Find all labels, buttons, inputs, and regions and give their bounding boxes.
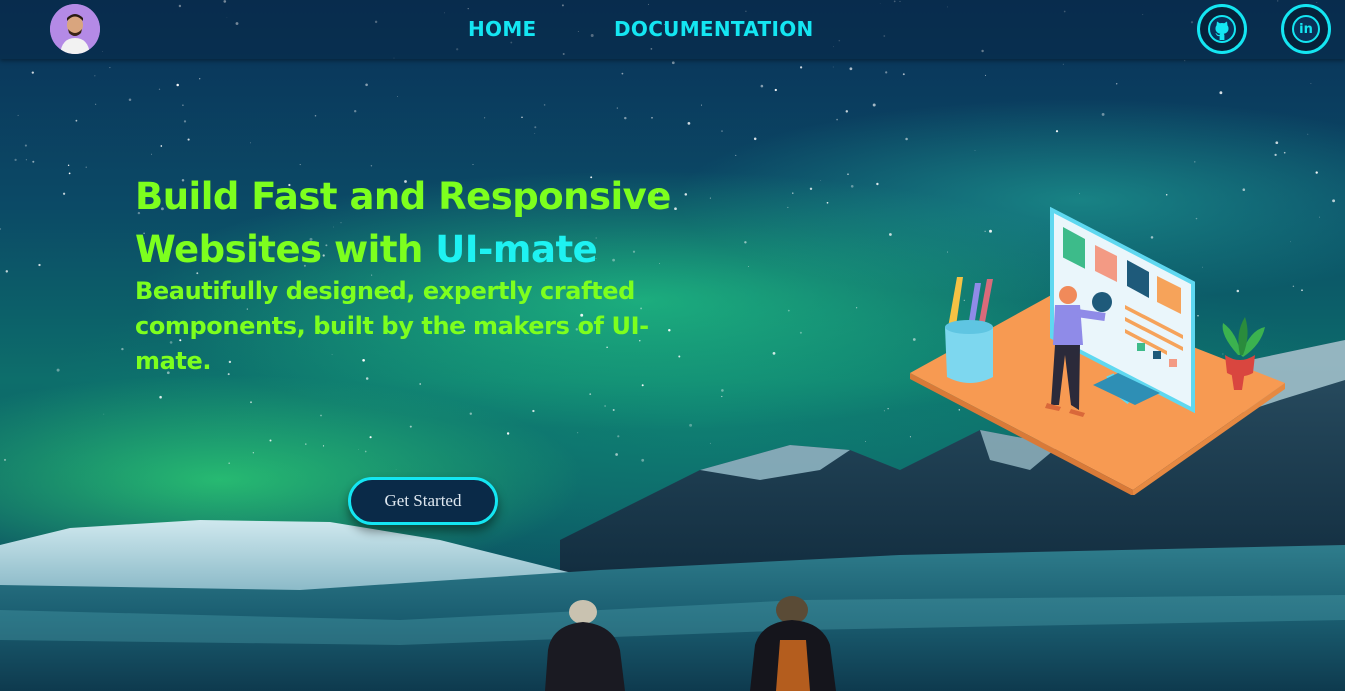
avatar[interactable]	[50, 4, 100, 54]
get-started-button[interactable]: Get Started	[348, 477, 498, 525]
developer-illustration	[910, 206, 1285, 495]
hero-title-accent: UI-mate	[435, 228, 598, 271]
github-button[interactable]	[1197, 4, 1247, 54]
linkedin-icon: in	[1292, 15, 1320, 43]
hero-title: Build Fast and Responsive Websites with …	[135, 170, 735, 276]
top-navbar: HOME DOCUMENTATION in	[0, 0, 1345, 59]
nav-documentation-link[interactable]: DOCUMENTATION	[614, 17, 814, 41]
avatar-image	[50, 4, 100, 54]
hero-subtitle: Beautifully designed, expertly crafted c…	[135, 277, 649, 375]
linkedin-button[interactable]: in	[1281, 4, 1331, 54]
hero-title-line-1: Build Fast and Responsive	[135, 175, 671, 218]
hero-title-line-2: Websites with	[135, 228, 436, 271]
pencil-cup	[945, 277, 993, 383]
nav-home-link[interactable]: HOME	[468, 17, 537, 41]
github-icon	[1208, 15, 1236, 43]
